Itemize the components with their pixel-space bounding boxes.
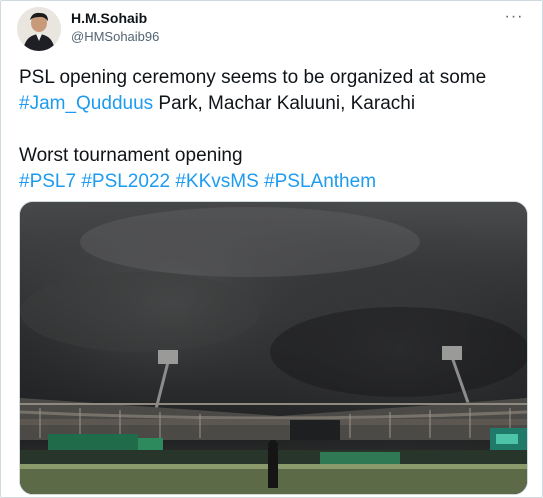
tweet-line: Worst tournament opening (19, 143, 529, 169)
tweet-line: #Jam_Qudduus Park, Machar Kaluuni, Karac… (19, 91, 529, 117)
line-break (19, 117, 529, 143)
tweet-card: H.M.Sohaib @HMSohaib96 ··· PSL opening c… (0, 0, 543, 498)
hashtag-link[interactable]: #KKvsMS (175, 171, 258, 192)
tweet-text-segment: PSL opening ceremony seems to be organiz… (19, 67, 487, 88)
author-handle[interactable]: @HMSohaib96 (71, 29, 159, 45)
hashtag-line: #PSL7 #PSL2022 #KKvsMS #PSLAnthem (19, 169, 529, 195)
hashtag-link[interactable]: #Jam_Qudduus (19, 93, 153, 114)
hashtag-link[interactable]: #PSLAnthem (264, 171, 376, 192)
profile-photo-icon (17, 7, 61, 51)
tweet-media-video[interactable] (19, 201, 528, 495)
hashtag-link[interactable]: #PSL7 (19, 171, 76, 192)
avatar[interactable] (17, 7, 61, 51)
tweet-text: PSL opening ceremony seems to be organiz… (19, 65, 529, 195)
hashtag-link[interactable]: #PSL2022 (81, 171, 170, 192)
tweet-line: PSL opening ceremony seems to be organiz… (19, 65, 529, 91)
tweet-text-segment: Worst tournament opening (19, 145, 243, 166)
tweet-text-segment: Park, Machar Kaluuni, Karachi (153, 93, 416, 114)
stadium-smoke-image (20, 202, 527, 494)
more-options-icon[interactable]: ··· (502, 5, 526, 29)
author-name[interactable]: H.M.Sohaib (71, 10, 147, 27)
